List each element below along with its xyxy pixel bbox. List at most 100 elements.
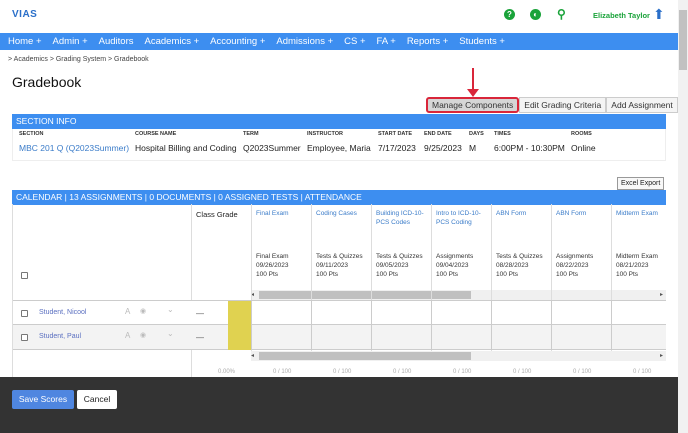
assignment-name-link[interactable]: Building ICD-10-PCS Codes (376, 209, 427, 249)
student-name-link[interactable]: Student, Nicool (39, 309, 86, 316)
assignment-column: ABN Form Tests & Quizzes 08/28/2023 100 Pts (491, 204, 551, 351)
annotation-arrow-head (467, 89, 479, 97)
globe-icon[interactable]: ◐ (530, 9, 541, 20)
assignment-name-link[interactable]: Midterm Exam (616, 209, 666, 249)
horizontal-scrollbar[interactable]: ◂ ▸ (251, 351, 666, 361)
assignment-date: 08/21/2023 (616, 262, 649, 269)
assignment-column: Midterm Exam Midterm Exam 08/21/2023 100 Pt… (611, 204, 666, 351)
help-icon[interactable]: ? (504, 9, 515, 20)
assignment-pts: 100 Pts (436, 271, 459, 278)
manage-components-button[interactable]: Manage Components (426, 97, 520, 113)
top-bar (0, 0, 678, 34)
nav-item[interactable]: Home + (8, 36, 42, 47)
assignment-pts: 100 Pts (376, 271, 399, 278)
chevron-down-icon[interactable]: ⌄ (167, 305, 174, 314)
assignment-name-link[interactable]: Final Exam (256, 209, 307, 249)
nav-item[interactable]: Students + (459, 36, 505, 47)
logo[interactable]: VIAS (12, 9, 37, 20)
excel-export-button[interactable]: Excel Export (617, 177, 665, 190)
row-divider (311, 300, 312, 350)
row-divider (551, 300, 552, 350)
search-icon[interactable]: ⚲ (557, 7, 566, 21)
student-checkbox[interactable] (21, 334, 28, 341)
assignment-type: Midterm Exam (616, 253, 658, 260)
page-title: Gradebook (12, 74, 82, 90)
user-arrow-icon[interactable]: ⬆ (653, 6, 665, 23)
chevron-down-icon[interactable]: ⌄ (167, 329, 174, 338)
assignment-meta: Tests & Quizzes 09/05/2023 100 Pts (376, 252, 427, 279)
assignment-total: 0 / 100 (633, 369, 652, 375)
assignment-type: Tests & Quizzes (316, 253, 363, 260)
assignment-column: Final Exam Final Exam 09/26/2023 100 Pts (251, 204, 311, 351)
assignment-column: ABN Form Assignments 08/22/2023 100 Pts (551, 204, 611, 351)
save-scores-button[interactable]: Save Scores (12, 390, 74, 409)
select-all-checkbox[interactable] (21, 272, 28, 279)
assignment-name-link[interactable]: ABN Form (556, 209, 607, 249)
assignment-pts: 100 Pts (256, 271, 279, 278)
nav-item[interactable]: FA + (377, 36, 396, 47)
info-header: TIMES (494, 131, 511, 137)
assignment-meta: Assignments 08/22/2023 100 Pts (556, 252, 607, 279)
breadcrumb: > Academics > Grading System > Gradebook (8, 56, 149, 63)
user-name[interactable]: Elizabeth Taylor (593, 11, 650, 20)
assignment-name-link[interactable]: ABN Form (496, 209, 547, 249)
info-value: 6:00PM - 10:30PM (494, 143, 565, 153)
assignment-column: Building ICD-10-PCS Codes Tests & Quizzes… (371, 204, 431, 351)
assignment-total: 0 / 100 (453, 369, 472, 375)
row-divider (611, 300, 612, 350)
nav-item[interactable]: CS + (344, 36, 365, 47)
assignment-date: 09/26/2023 (256, 262, 289, 269)
nav-item[interactable]: Academics + (145, 36, 200, 47)
main-nav: Home + Admin + Auditors Academics + Accounti… (0, 33, 678, 50)
info-header: SECTION (19, 131, 44, 137)
assignment-meta: Final Exam 09/26/2023 100 Pts (256, 252, 307, 279)
info-value: M (469, 143, 477, 153)
assignment-type: Tests & Quizzes (496, 253, 543, 260)
nav-item[interactable]: Auditors (99, 36, 134, 47)
eye-icon[interactable]: ◉ (140, 331, 146, 339)
nav-item[interactable]: Admin + (53, 36, 88, 47)
edit-grading-criteria-button[interactable]: Edit Grading Criteria (519, 97, 607, 113)
assignment-meta: Tests & Quizzes 09/11/2023 100 Pts (316, 252, 367, 279)
eye-icon[interactable]: ◉ (140, 307, 146, 315)
info-header: END DATE (424, 131, 452, 137)
student-name-link[interactable]: Student, Paul (39, 333, 81, 340)
assignment-type: Final Exam (256, 253, 289, 260)
assignment-total: 0 / 100 (273, 369, 292, 375)
assignment-pts: 100 Pts (316, 271, 339, 278)
class-grade-value: — (196, 333, 204, 342)
add-assignment-button[interactable]: Add Assignment (606, 97, 678, 113)
nav-item[interactable]: Accounting + (210, 36, 265, 47)
assignment-date: 09/04/2023 (436, 262, 469, 269)
assignment-name-link[interactable]: Intro to ICD-10-PCS Coding (436, 209, 487, 249)
assignment-column: Coding Cases Tests & Quizzes 09/11/2023 100… (311, 204, 371, 351)
assignment-pts: 100 Pts (616, 271, 639, 278)
assignment-type: Assignments (436, 253, 474, 260)
nav-item[interactable]: Admissions + (276, 36, 333, 47)
assignment-date: 08/22/2023 (556, 262, 589, 269)
assignment-column: Intro to ICD-10-PCS Coding Assignments 09/… (431, 204, 491, 351)
assignment-pts: 100 Pts (496, 271, 519, 278)
info-value: Hospital Billing and Coding (135, 143, 237, 153)
cancel-button[interactable]: Cancel (77, 390, 117, 409)
assignment-meta: Assignments 09/04/2023 100 Pts (436, 252, 487, 279)
class-grade-header: Class Grade (191, 204, 251, 377)
assignment-name-link[interactable]: Coding Cases (316, 209, 367, 249)
info-icon[interactable]: A (125, 331, 130, 340)
info-header: TERM (243, 131, 259, 137)
assignment-date: 09/05/2023 (376, 262, 409, 269)
nav-item[interactable]: Reports + (407, 36, 448, 47)
class-total: 0.00% (218, 369, 236, 375)
assignment-total: 0 / 100 (393, 369, 412, 375)
assignment-pts: 100 Pts (556, 271, 579, 278)
info-header: COURSE NAME (135, 131, 177, 137)
student-checkbox[interactable] (21, 310, 28, 317)
assignment-total: 0 / 100 (513, 369, 532, 375)
calendar-bar[interactable]: CALENDAR | 13 ASSIGNMENTS | 0 DOCUMENTS … (12, 190, 666, 205)
scrollbar-thumb[interactable] (679, 10, 687, 70)
info-value[interactable]: MBC 201 Q (Q2023Summer) (19, 143, 129, 153)
info-icon[interactable]: A (125, 307, 130, 316)
grade-highlight-cell (228, 325, 251, 350)
class-grade-value: — (196, 309, 204, 318)
info-value: Q2023Summer (243, 143, 301, 153)
